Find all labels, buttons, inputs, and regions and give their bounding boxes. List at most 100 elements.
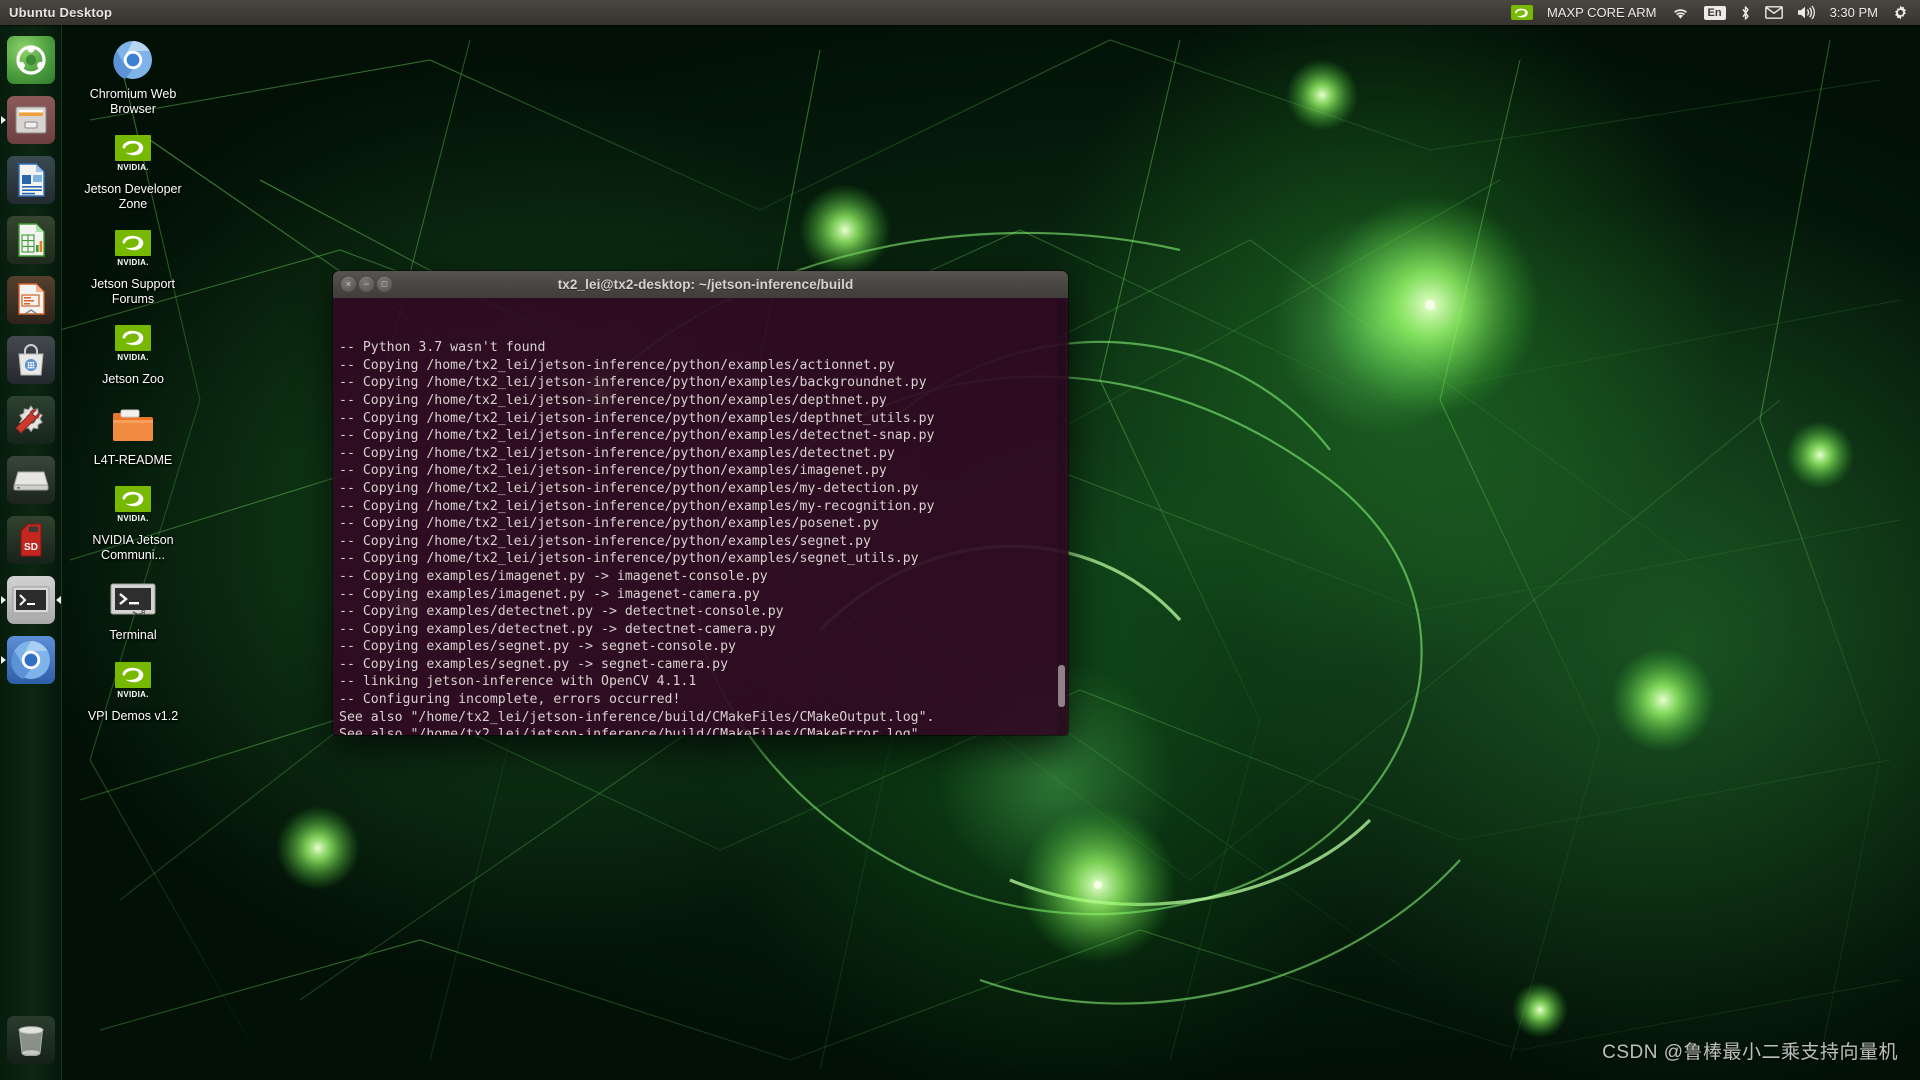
wifi-glyph — [1671, 6, 1690, 20]
terminal-line: -- Copying examples/segnet.py -> segnet-… — [339, 656, 1068, 674]
terminal-line: -- Copying /home/tx2_lei/jetson-inferenc… — [339, 427, 1068, 445]
launcher-item-libreoffice-impress[interactable] — [0, 270, 62, 330]
desktop-icon-grid: Chromium Web Browser NVIDIA. Jetson Deve… — [74, 32, 192, 734]
desktop-icon-nvidia-jetson-community[interactable]: NVIDIA. NVIDIA Jetson Communi... — [74, 478, 192, 567]
terminal-line: See also "/home/tx2_lei/jetson-inference… — [339, 709, 1068, 727]
close-icon[interactable]: × — [341, 277, 356, 292]
folder-icon — [109, 402, 157, 450]
launcher-item-sd-card[interactable]: SD — [0, 510, 62, 570]
watermark-text: CSDN @鲁棒最小二乘支持向量机 — [1602, 1037, 1898, 1064]
terminal-line: -- Copying examples/detectnet.py -> dete… — [339, 621, 1068, 639]
launcher-item-files[interactable] — [0, 90, 62, 150]
maximize-icon[interactable]: □ — [377, 277, 392, 292]
launcher-bottom-section — [0, 1010, 62, 1070]
chromium-icon — [109, 36, 157, 84]
speaker-glyph — [1797, 5, 1816, 20]
launcher-item-ubuntu-software[interactable] — [0, 330, 62, 390]
desktop-icon-label: Jetson Support Forums — [76, 277, 190, 306]
folder-glyph — [111, 407, 155, 445]
gear-icon[interactable] — [1885, 0, 1916, 25]
launcher-item-chromium[interactable] — [0, 630, 62, 690]
presentation-glyph — [16, 283, 46, 317]
shopping-bag-icon — [7, 336, 55, 384]
nvidia-eye-glyph — [118, 328, 148, 348]
bluetooth-glyph — [1740, 5, 1751, 21]
terminal-line: -- Copying examples/segnet.py -> segnet-… — [339, 638, 1068, 656]
nvidia-eye-glyph — [118, 138, 148, 158]
ubuntu-logo-icon — [7, 36, 55, 84]
terminal-line: -- Copying /home/tx2_lei/jetson-inferenc… — [339, 462, 1068, 480]
terminal-scrollbar[interactable] — [1057, 298, 1066, 735]
sd-card-icon: SD — [7, 516, 55, 564]
terminal-glyph — [110, 583, 156, 619]
nvidia-eye-icon[interactable] — [1504, 0, 1540, 25]
spreadsheet-icon — [7, 216, 55, 264]
nvidia-eye-glyph — [118, 233, 148, 253]
speaker-icon[interactable] — [1790, 0, 1823, 25]
terminal-line: -- Copying examples/detectnet.py -> dete… — [339, 603, 1068, 621]
terminal-line: -- Copying /home/tx2_lei/jetson-inferenc… — [339, 533, 1068, 551]
wifi-icon[interactable] — [1664, 0, 1697, 25]
desktop-icon-label: VPI Demos v1.2 — [88, 709, 178, 724]
desktop-icon-label: NVIDIA Jetson Communi... — [76, 533, 190, 562]
terminal-title: tx2_lei@tx2-desktop: ~/jetson-inference/… — [395, 277, 1016, 292]
launcher-item-terminal[interactable] — [0, 570, 62, 630]
terminal-line: -- Copying /home/tx2_lei/jetson-inferenc… — [339, 374, 1068, 392]
terminal-line: -- Copying examples/imagenet.py -> image… — [339, 586, 1068, 604]
minimize-icon[interactable]: − — [359, 277, 374, 292]
terminal-line: -- linking jetson-inference with OpenCV … — [339, 673, 1068, 691]
terminal-line: -- Copying /home/tx2_lei/jetson-inferenc… — [339, 498, 1068, 516]
nvidia-logo-icon: NVIDIA. — [109, 321, 157, 369]
desktop-icon-l4t-readme[interactable]: L4T-README — [74, 398, 192, 473]
file-cabinet-glyph — [14, 104, 48, 136]
gear-glyph — [1892, 4, 1909, 21]
terminal-line: -- Copying examples/imagenet.py -> image… — [339, 568, 1068, 586]
hard-drive-icon — [7, 456, 55, 504]
terminal-line: -- Copying /home/tx2_lei/jetson-inferenc… — [339, 515, 1068, 533]
terminal-line: -- Configuring incomplete, errors occurr… — [339, 691, 1068, 709]
hard-drive-glyph — [12, 468, 50, 492]
trash-can-glyph — [16, 1024, 46, 1056]
ubuntu-logo-glyph — [14, 43, 48, 77]
desktop-icon-jetson-developer-zone[interactable]: NVIDIA. Jetson Developer Zone — [74, 127, 192, 216]
desktop-icon-terminal[interactable]: Terminal — [74, 573, 192, 648]
terminal-lines: -- Python 3.7 wasn't found-- Copying /ho… — [339, 339, 1068, 735]
keyboard-layout-indicator[interactable]: En — [1697, 0, 1733, 25]
nvidia-logo-icon: NVIDIA. — [109, 658, 157, 706]
desktop-icon-chromium-web-browser[interactable]: Chromium Web Browser — [74, 32, 192, 121]
file-cabinet-icon — [7, 96, 55, 144]
terminal-line: -- Python 3.7 wasn't found — [339, 339, 1068, 357]
device-label: MAXP CORE ARM — [1540, 0, 1664, 25]
document-icon — [7, 156, 55, 204]
desktop-icon-label: L4T-README — [94, 453, 173, 468]
desktop-icon-jetson-zoo[interactable]: NVIDIA. Jetson Zoo — [74, 317, 192, 392]
shopping-bag-glyph — [15, 343, 47, 377]
terminal-window[interactable]: × − □ tx2_lei@tx2-desktop: ~/jetson-infe… — [333, 271, 1068, 735]
launcher-item-libreoffice-writer[interactable] — [0, 150, 62, 210]
launcher-item-disk-drive[interactable] — [0, 450, 62, 510]
desktop-icon-label: Terminal — [109, 628, 156, 643]
terminal-icon — [109, 577, 157, 625]
nvidia-eye-glyph — [118, 665, 148, 685]
desktop-icon-jetson-support-forums[interactable]: NVIDIA. Jetson Support Forums — [74, 222, 192, 311]
terminal-output[interactable]: -- Python 3.7 wasn't found-- Copying /ho… — [333, 298, 1068, 735]
launcher-item-system-settings[interactable] — [0, 390, 62, 450]
terminal-line: -- Copying /home/tx2_lei/jetson-inferenc… — [339, 392, 1068, 410]
launcher-item-trash[interactable] — [0, 1010, 62, 1070]
desktop-icon-vpi-demos[interactable]: NVIDIA. VPI Demos v1.2 — [74, 654, 192, 729]
launcher-item-ubuntu-dash[interactable] — [0, 30, 62, 90]
nvidia-logo-icon: NVIDIA. — [109, 482, 157, 530]
terminal-line: -- Copying /home/tx2_lei/jetson-inferenc… — [339, 357, 1068, 375]
bluetooth-icon[interactable] — [1733, 0, 1758, 25]
desktop-icon-label: Chromium Web Browser — [76, 87, 190, 116]
gear-wrench-icon — [7, 396, 55, 444]
launcher-item-libreoffice-calc[interactable] — [0, 210, 62, 270]
trash-can-icon — [7, 1016, 55, 1064]
scrollbar-thumb[interactable] — [1058, 665, 1065, 707]
terminal-icon — [7, 576, 55, 624]
envelope-glyph — [1765, 6, 1783, 19]
clock[interactable]: 3:30 PM — [1823, 0, 1885, 25]
terminal-titlebar[interactable]: × − □ tx2_lei@tx2-desktop: ~/jetson-infe… — [333, 271, 1068, 298]
desktop-icon-label: Jetson Zoo — [102, 372, 164, 387]
envelope-icon[interactable] — [1758, 0, 1790, 25]
